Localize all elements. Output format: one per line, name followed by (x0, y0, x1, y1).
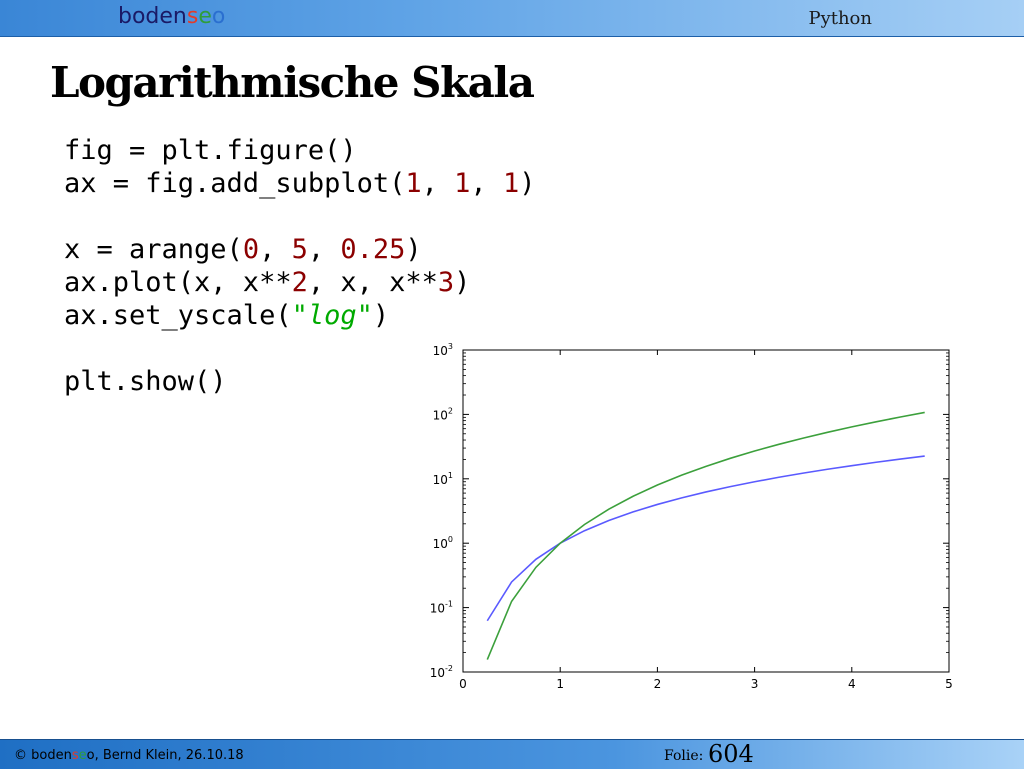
x-tick-label: 3 (751, 677, 759, 691)
code-line-2: ax = fig.add_subplot(1, 1, 1) (64, 168, 536, 199)
x-tick-label: 2 (654, 677, 662, 691)
x-tick-label: 1 (556, 677, 564, 691)
code-line-8: plt.show() (64, 366, 227, 397)
code-line-1: fig = plt.figure() (64, 135, 357, 166)
y-tick-label: 10-2 (430, 664, 453, 680)
code-line-6: ax.set_yscale("log") (64, 300, 390, 331)
code-line-4: x = arange(0, 5, 0.25) (64, 234, 422, 265)
plot-area-frame (462, 349, 950, 673)
code-line-5: ax.plot(x, x**2, x, x**3) (64, 267, 471, 298)
slide-header: bodenseo Python (0, 0, 1024, 37)
footer-credit: © bodenseo, Bernd Klein, 26.10.18 (14, 748, 244, 763)
log-scale-chart: 0 1 2 3 4 5 10-2 10-1 100 101 102 103 (430, 342, 953, 691)
y-tick-label: 100 (433, 535, 453, 551)
x-tick-label: 5 (945, 677, 953, 691)
slide-footer: © bodenseo, Bernd Klein, 26.10.18 Folie:… (0, 739, 1024, 769)
y-tick-label: 103 (433, 342, 453, 358)
y-tick-label: 101 (433, 471, 453, 487)
footer-slide-label: Folie: (664, 748, 704, 764)
footer-slide-number: 604 (708, 740, 754, 768)
y-tick-label: 102 (433, 406, 453, 422)
x-tick-label: 0 (459, 677, 467, 691)
x-tick-label: 4 (848, 677, 856, 691)
y-tick-label: 10-1 (430, 600, 453, 616)
header-topic-label: Python (808, 8, 872, 29)
bodenseo-logo: bodenseo (118, 4, 226, 29)
slide-title: Logarithmische Skala (50, 58, 535, 107)
